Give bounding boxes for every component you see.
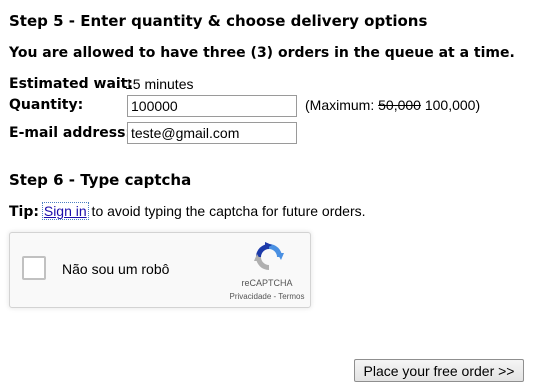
quantity-input[interactable] bbox=[127, 95, 297, 117]
tip-label: Tip: bbox=[9, 204, 39, 220]
recaptcha-privacy-link[interactable]: Privacidade bbox=[229, 292, 271, 301]
tip-text: to avoid typing the captcha for future o… bbox=[87, 203, 366, 219]
estimated-wait-label: Estimated wait: bbox=[9, 76, 133, 92]
recaptcha-checkbox[interactable] bbox=[22, 256, 46, 280]
tip-line: Tip: Sign in to avoid typing the captcha… bbox=[9, 202, 366, 220]
email-label: E-mail address: bbox=[9, 125, 132, 141]
maximum-prefix: (Maximum: bbox=[305, 97, 379, 113]
recaptcha-logo-icon bbox=[254, 242, 284, 270]
recaptcha-terms-link[interactable]: Termos bbox=[278, 292, 304, 301]
recaptcha-links: Privacidade - Termos bbox=[222, 292, 312, 301]
email-field[interactable] bbox=[127, 122, 297, 144]
recaptcha-brand: reCAPTCHA bbox=[241, 278, 293, 288]
place-order-button[interactable]: Place your free order >> bbox=[354, 359, 524, 382]
quantity-label: Quantity: bbox=[9, 97, 84, 113]
step6-title: Step 6 - Type captcha bbox=[9, 171, 192, 189]
recaptcha-widget: Não sou um robô reCAPTCHA Privacidade - … bbox=[9, 232, 311, 308]
queue-notice: You are allowed to have three (3) orders… bbox=[9, 45, 515, 61]
maximum-note: (Maximum: 50,000 100,000) bbox=[305, 97, 480, 113]
sign-in-link[interactable]: Sign in bbox=[41, 202, 89, 220]
estimated-wait-value: 15 minutes bbox=[125, 76, 194, 92]
recaptcha-checkbox-label: Não sou um robô bbox=[62, 261, 170, 277]
maximum-new-value: 100,000) bbox=[420, 97, 481, 113]
maximum-old-value: 50,000 bbox=[378, 97, 421, 113]
step5-title: Step 5 - Enter quantity & choose deliver… bbox=[9, 12, 428, 30]
